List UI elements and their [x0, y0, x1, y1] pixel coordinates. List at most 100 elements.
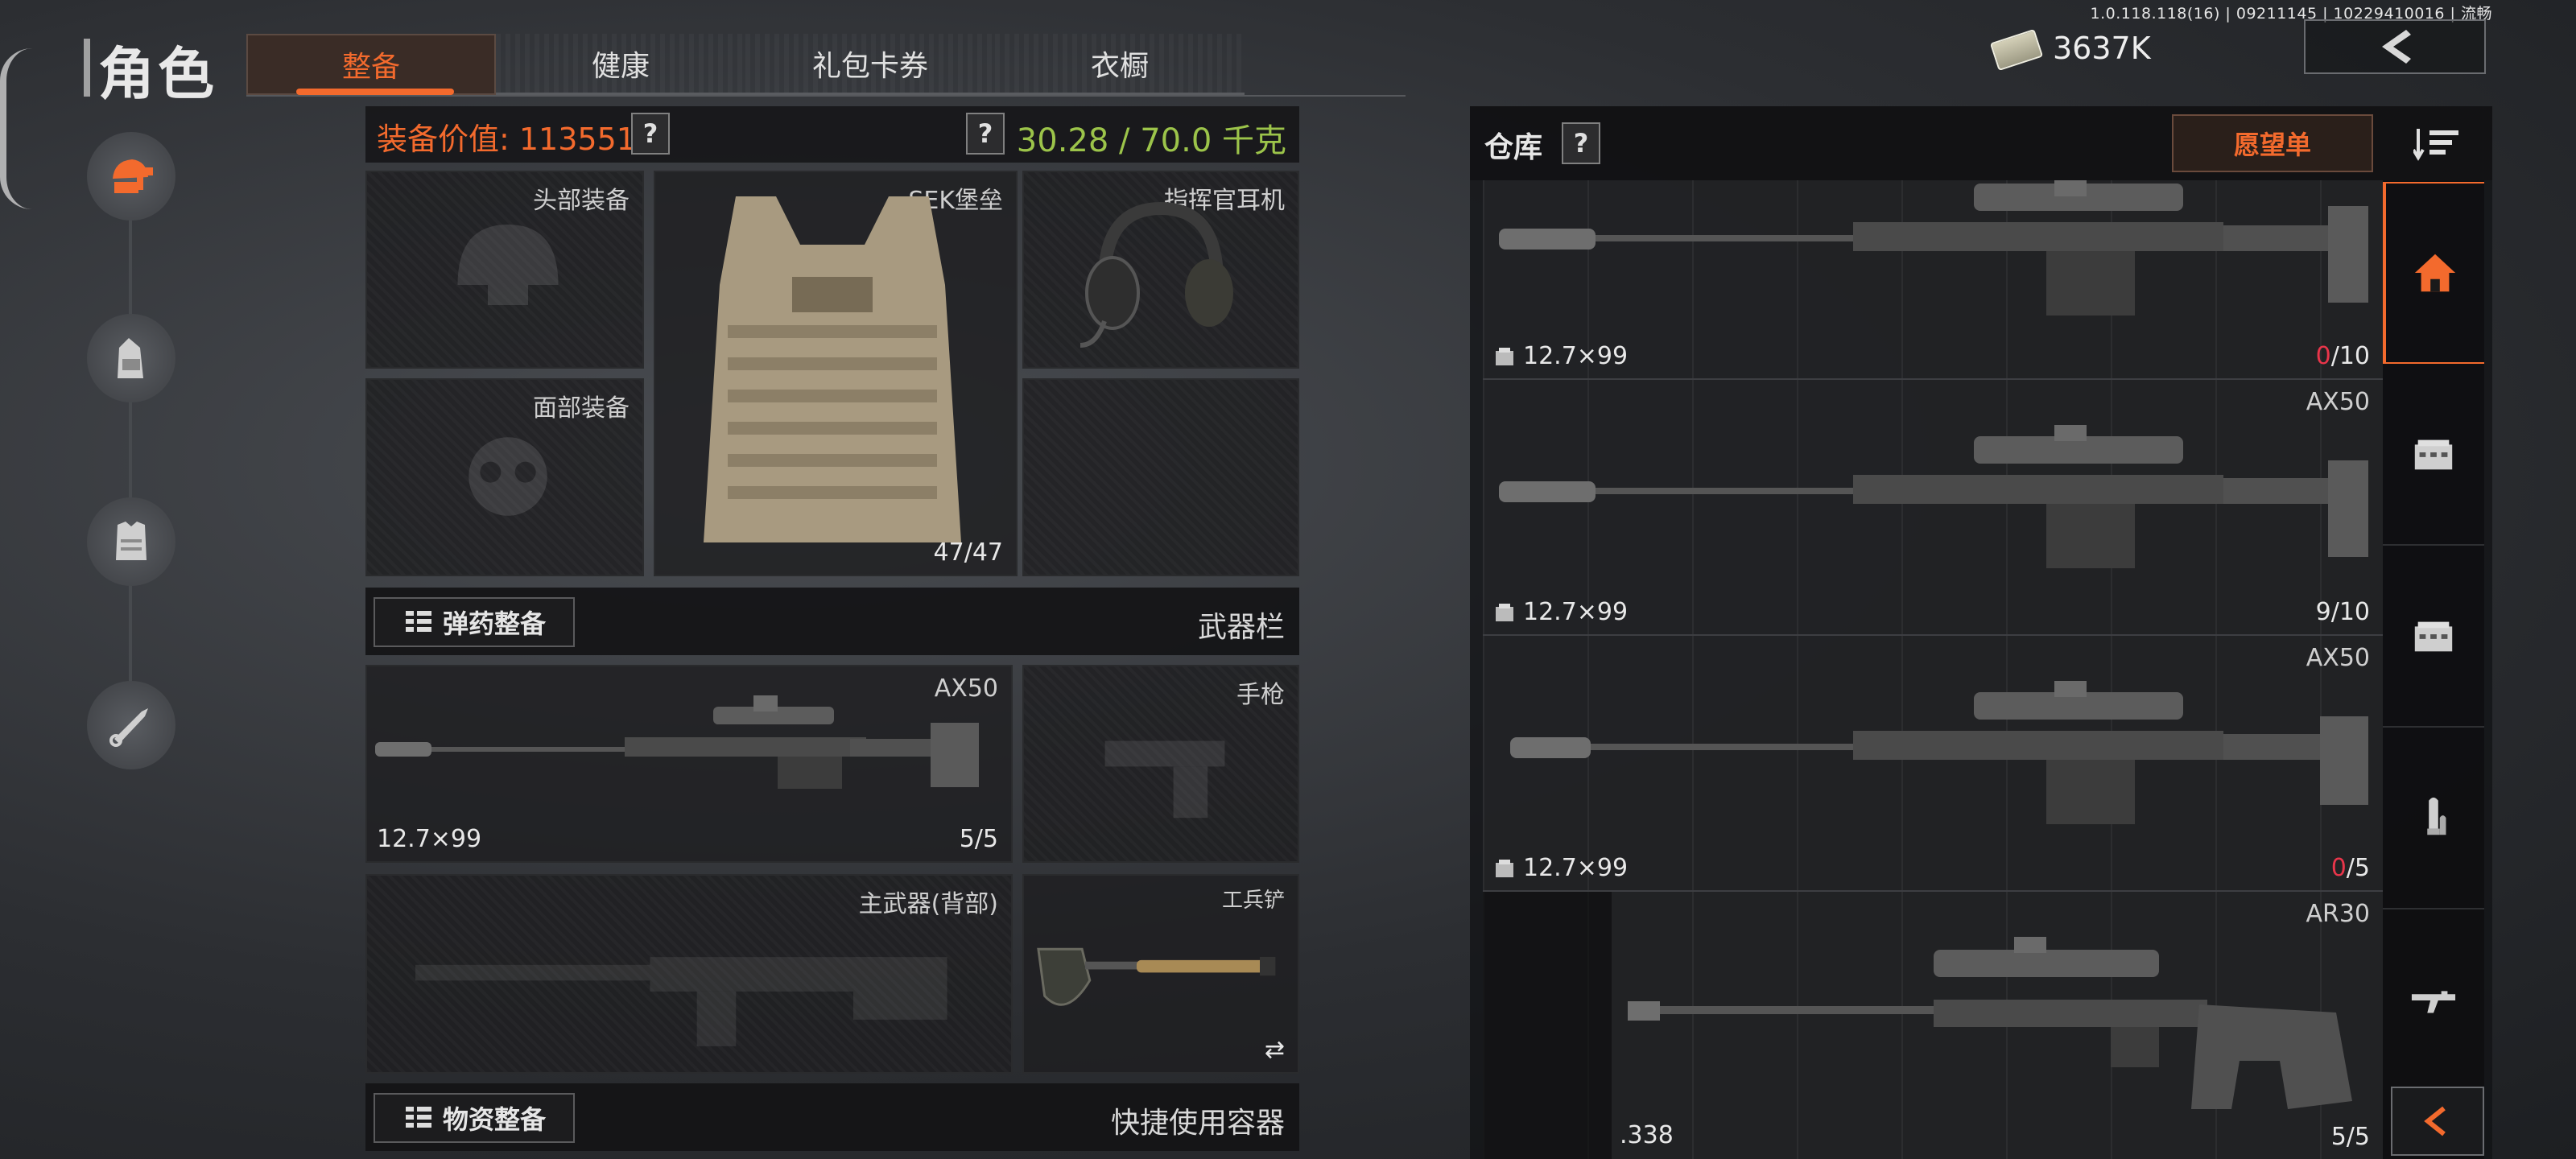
item-ammo-label: .338 — [1620, 1121, 1674, 1149]
item-count: 9/10 — [2316, 598, 2370, 626]
rifle-icon — [2411, 991, 2456, 1013]
warehouse-item[interactable]: AX50 12.7×99 0/5 — [1483, 636, 2383, 892]
collapse-rail-button[interactable] — [2391, 1087, 2484, 1156]
warehouse-item[interactable]: 12.7×99 0/10 — [1483, 180, 2383, 380]
entrenching-shovel-image — [1037, 947, 1276, 1006]
supply-list-icon — [405, 1107, 431, 1128]
melee-icon — [109, 708, 148, 747]
supply-loadout-label: 物资整备 — [442, 1104, 546, 1135]
back-weapon-slot[interactable]: 主武器(背部) — [365, 874, 1013, 1074]
ammo-icon — [2427, 797, 2446, 835]
warehouse-item[interactable]: AX50 12.7×99 9/10 — [1483, 380, 2383, 636]
rail-ammo-button[interactable] — [2383, 728, 2484, 909]
melee-slot[interactable]: 工兵铲 ⇄ — [1022, 874, 1299, 1074]
helmet-gun-icon — [113, 159, 153, 193]
tab-wardrobe[interactable]: 衣橱 — [995, 34, 1245, 95]
item-ammo-label: 12.7×99 — [1523, 598, 1629, 626]
item-count: 0/5 — [2331, 854, 2370, 882]
sidebar-loadout-button[interactable] — [87, 132, 175, 221]
ammo-loadout-label: 弹药整备 — [442, 608, 546, 639]
ax50-rifle-image — [1510, 681, 2368, 824]
item-ammo: 12.7×99 — [1492, 854, 1628, 882]
tab-loadout[interactable]: 整备 — [246, 34, 496, 95]
swap-icon[interactable]: ⇄ — [1265, 1036, 1285, 1064]
weapon-section-title: 武器栏 — [1197, 611, 1285, 644]
armor-icon — [116, 522, 147, 560]
home-icon — [2414, 254, 2456, 292]
armor-durability: 47/47 — [933, 538, 1003, 567]
tab-health[interactable]: 健康 — [496, 34, 745, 95]
back-button[interactable] — [2304, 19, 2486, 74]
back-weapon-label: 主武器(背部) — [858, 890, 998, 918]
ammo-box-icon — [1496, 859, 1513, 877]
pistol-slot[interactable]: 手枪 — [1022, 665, 1299, 863]
warehouse-header: 仓库 ? 愿望单 — [1470, 106, 2492, 180]
rail-home-button[interactable] — [2383, 182, 2484, 364]
loadout-value: 装备价值: 113551 — [377, 122, 636, 157]
item-ammo-label: 12.7×99 — [1523, 342, 1629, 370]
face-slot-label: 面部装备 — [533, 394, 630, 423]
head-slot[interactable]: 头部装备 — [365, 171, 644, 369]
wishlist-button[interactable]: 愿望单 — [2172, 114, 2373, 172]
pistol-slot-label: 手枪 — [1236, 681, 1285, 709]
page-title: 角色 — [98, 41, 217, 107]
warehouse-help-button[interactable]: ? — [1562, 122, 1600, 164]
item-name: AX50 — [2306, 388, 2370, 416]
crate-icon — [2414, 621, 2453, 652]
tab-gift-cards[interactable]: 礼包卡券 — [745, 34, 995, 95]
item-count-total: /5 — [2346, 854, 2370, 882]
plate-carrier-image — [704, 196, 961, 542]
item-count-used: 5 — [2330, 1123, 2347, 1151]
sort-icon[interactable] — [2413, 124, 2462, 163]
primary-weapon-slot[interactable]: AX50 12.7×99 5/5 — [365, 665, 1013, 863]
pistol-silhouette-icon — [1104, 740, 1225, 819]
loadout-value-bar: 装备价值: 113551 ? ? 30.28 / 70.0 千克 — [365, 106, 1299, 163]
rail-storage-2-button[interactable] — [2383, 546, 2484, 728]
ar30-rifle-image — [1628, 937, 2352, 1109]
item-name: AR30 — [2306, 900, 2370, 928]
item-count: 0/10 — [2316, 342, 2370, 370]
item-count-used: 9 — [2315, 598, 2331, 626]
tab-bar: 整备 健康 礼包卡券 衣橱 — [246, 34, 1245, 95]
item-ammo-label: 12.7×99 — [1523, 854, 1629, 882]
ammo-loadout-button[interactable]: 弹药整备 — [374, 597, 575, 647]
ax50-rifle-image — [375, 695, 979, 789]
chevron-left-icon — [2382, 30, 2411, 64]
ammo-box-icon — [1496, 603, 1513, 621]
warehouse-item[interactable]: AR30 .338 5/5 — [1483, 892, 2383, 1159]
item-count-used: 0 — [2330, 854, 2347, 882]
primary-ammo-type: 12.7×99 — [377, 825, 482, 853]
item-ammo: 12.7×99 — [1492, 342, 1628, 370]
supply-loadout-button[interactable]: 物资整备 — [374, 1093, 575, 1143]
chevron-left-icon — [2424, 1106, 2446, 1136]
rail-storage-button[interactable] — [2383, 364, 2484, 546]
ammo-list-icon — [405, 611, 431, 632]
carry-weight: 30.28 / 70.0 千克 — [1016, 122, 1286, 159]
item-name: AX50 — [2306, 644, 2370, 672]
item-count-total: /10 — [2330, 598, 2370, 626]
sidebar-backpack-button[interactable] — [87, 314, 175, 402]
ammo-box-icon — [1496, 347, 1513, 365]
item-count-total: /10 — [2330, 342, 2370, 370]
primary-ammo-count: 5/5 — [959, 825, 998, 853]
item-ammo: .338 — [1620, 1121, 1674, 1149]
value-help-button[interactable]: ? — [631, 113, 670, 155]
item-count-used: 0 — [2315, 342, 2331, 370]
item-ammo: 12.7×99 — [1492, 598, 1628, 626]
edge-arc — [0, 48, 48, 209]
container-section-title: 快捷使用容器 — [1110, 1107, 1285, 1140]
headset-image — [1080, 201, 1233, 348]
divider — [246, 95, 1406, 97]
armor-slot[interactable]: SEK堡垒 47/47 — [654, 171, 1018, 576]
backpack-icon — [118, 338, 143, 378]
face-slot[interactable]: 面部装备 — [365, 378, 644, 576]
rail-weapons-button[interactable] — [2383, 909, 2484, 1091]
headset-slot[interactable]: 指挥官耳机 — [1022, 171, 1299, 369]
sidebar-melee-button[interactable] — [87, 681, 175, 769]
cash-icon — [1989, 28, 2044, 72]
ax50-rifle-image — [1499, 180, 2368, 316]
crate-icon — [2414, 439, 2453, 470]
empty-slot — [1022, 378, 1299, 576]
weight-help-button[interactable]: ? — [966, 113, 1005, 155]
sidebar-armor-button[interactable] — [87, 497, 175, 586]
